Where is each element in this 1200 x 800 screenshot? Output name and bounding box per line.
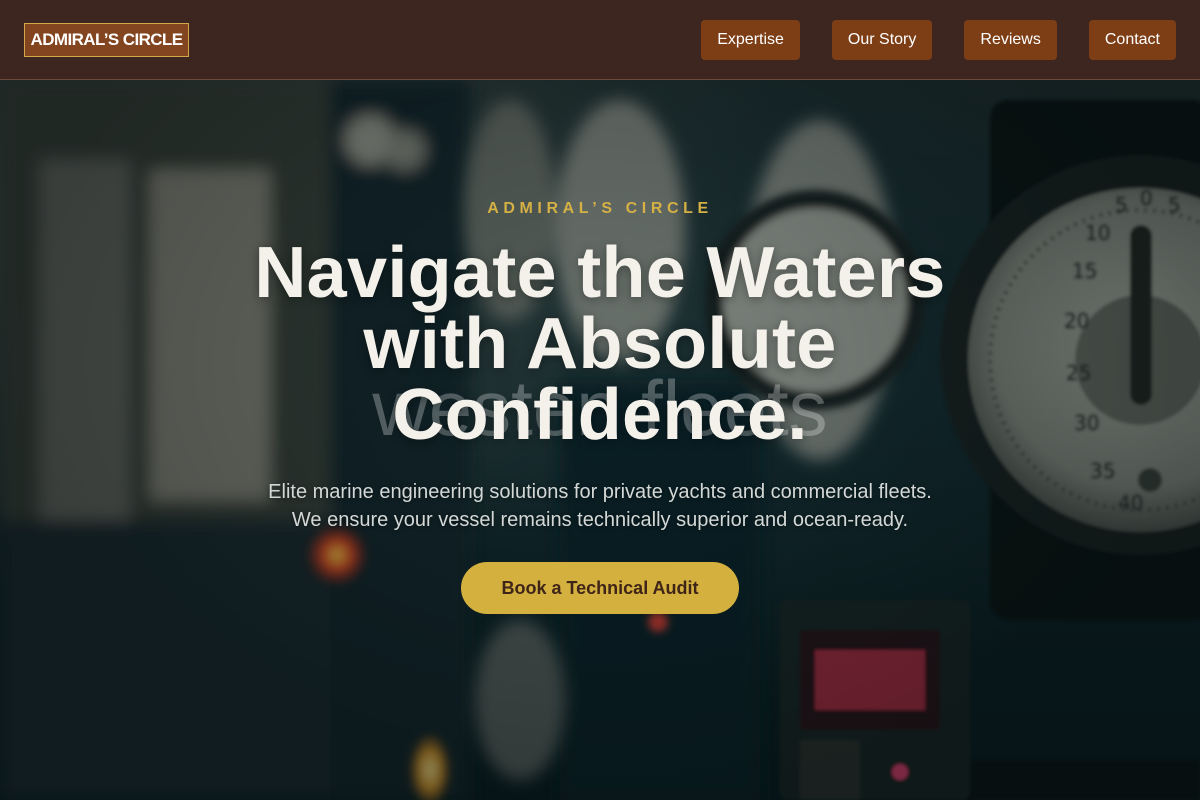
nav-contact[interactable]: Contact xyxy=(1088,20,1176,60)
hero-eyebrow: ADMIRAL’S CIRCLE xyxy=(487,200,713,217)
hero-section: ADMIRAL’S CIRCLE westen fleets Navigate … xyxy=(0,80,1200,800)
nav-expertise[interactable]: Expertise xyxy=(701,20,800,60)
main-nav: Expertise Our Story Reviews Contact xyxy=(701,20,1176,60)
hero-subtitle-line: Elite marine engineering solutions for p… xyxy=(268,481,932,503)
book-technical-audit-button[interactable]: Book a Technical Audit xyxy=(461,562,739,614)
site-header: ADMIRAL’S CIRCLE Expertise Our Story Rev… xyxy=(0,0,1200,80)
nav-reviews[interactable]: Reviews xyxy=(964,20,1057,60)
nav-our-story[interactable]: Our Story xyxy=(831,20,933,60)
hero-subtitle-line: We ensure your vessel remains technicall… xyxy=(291,509,909,531)
hero-subtitle: Elite marine engineering solutions for p… xyxy=(240,478,960,534)
hero-headline: Navigate the Waters with Absolute Confid… xyxy=(254,233,946,455)
brand-logo[interactable]: ADMIRAL’S CIRCLE xyxy=(24,23,189,57)
